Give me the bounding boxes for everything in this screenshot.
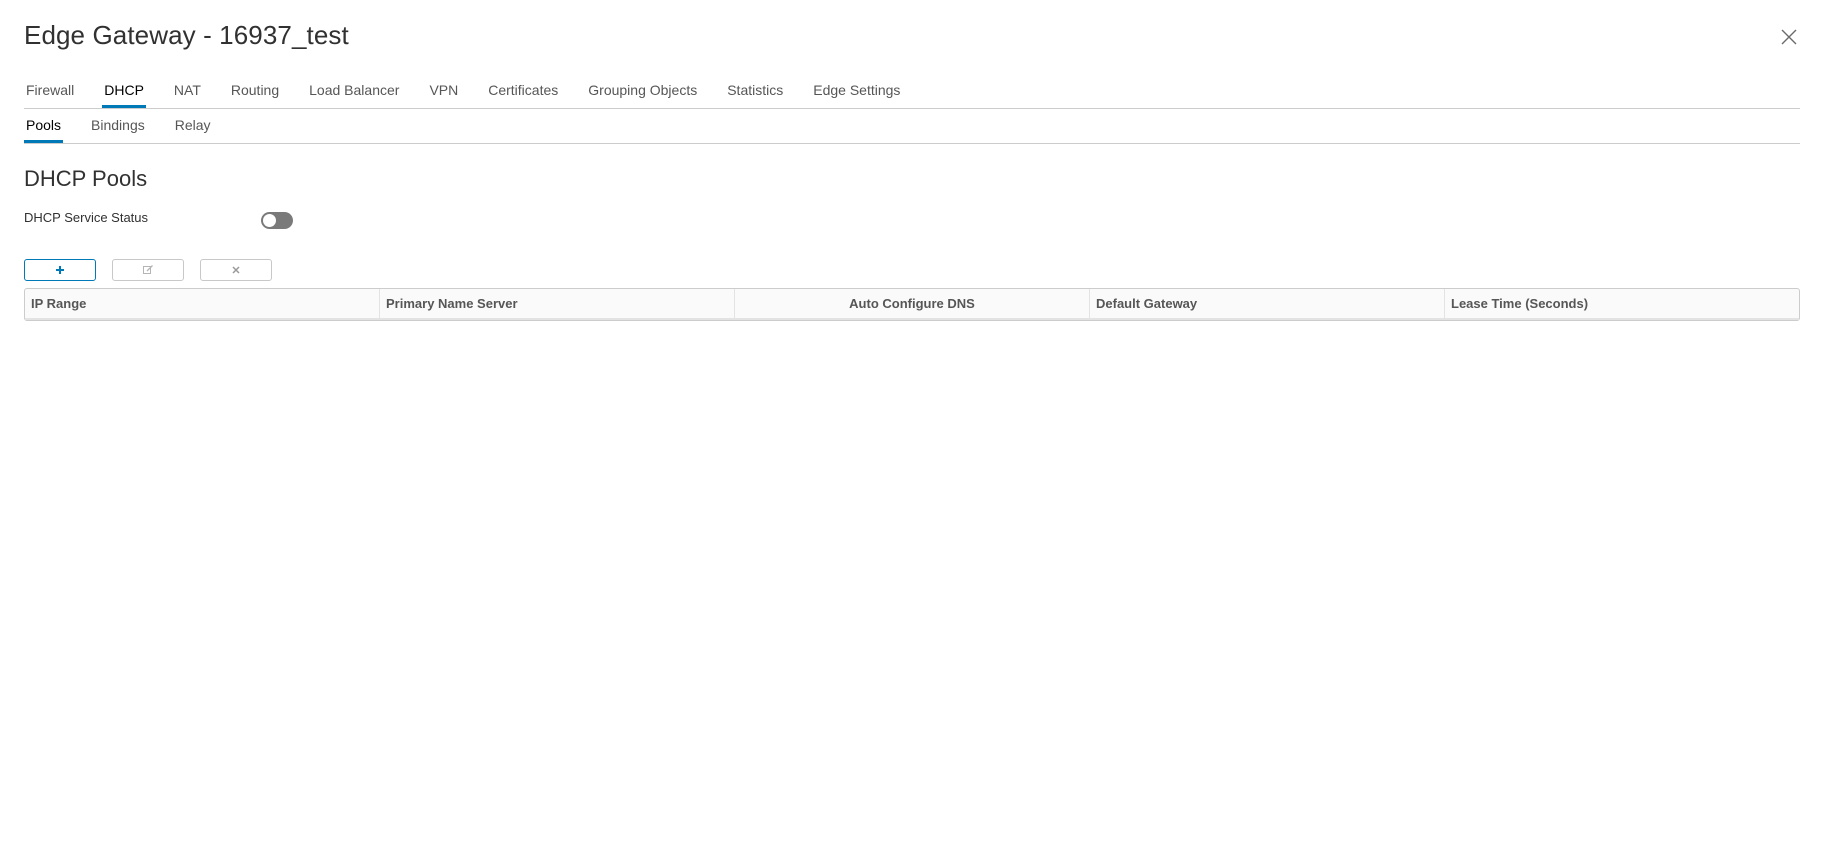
subtab-bindings[interactable]: Bindings [89, 112, 147, 142]
column-header-default-gateway[interactable]: Default Gateway [1090, 289, 1445, 319]
tab-dhcp[interactable]: DHCP [102, 76, 146, 108]
main-tabs: Firewall DHCP NAT Routing Load Balancer … [24, 76, 1800, 109]
toggle-knob [263, 214, 276, 227]
column-header-ip-range[interactable]: IP Range [25, 289, 380, 319]
edit-icon [143, 265, 153, 274]
tab-grouping-objects[interactable]: Grouping Objects [586, 76, 699, 107]
section-title: DHCP Pools [24, 166, 148, 191]
edge-gateway-dialog: Edge Gateway - 16937_test Firewall DHCP … [0, 0, 1824, 868]
delete-button[interactable] [200, 259, 272, 281]
plus-icon [56, 266, 64, 274]
tab-load-balancer[interactable]: Load Balancer [307, 76, 401, 107]
column-header-auto-configure-dns[interactable]: Auto Configure DNS [735, 289, 1090, 319]
close-button[interactable] [1778, 26, 1800, 48]
edit-button[interactable] [112, 259, 184, 281]
dialog-title: Edge Gateway - 16937_test [24, 20, 349, 50]
subtab-pools[interactable]: Pools [24, 112, 64, 143]
add-button[interactable] [24, 259, 96, 281]
tab-nat[interactable]: NAT [172, 76, 203, 107]
dhcp-pools-grid: IP Range Primary Name Server Auto Config… [24, 288, 1800, 321]
column-header-lease-time[interactable]: Lease Time (Seconds) [1445, 289, 1799, 319]
dhcp-service-toggle[interactable] [261, 212, 293, 229]
tab-statistics[interactable]: Statistics [725, 76, 785, 107]
tab-vpn[interactable]: VPN [427, 76, 460, 107]
dhcp-subtabs: Pools Bindings Relay [24, 112, 1800, 144]
tab-routing[interactable]: Routing [229, 76, 281, 107]
close-icon [232, 266, 240, 274]
tab-edge-settings[interactable]: Edge Settings [811, 76, 902, 107]
tab-certificates[interactable]: Certificates [486, 76, 560, 107]
column-header-primary-name-server[interactable]: Primary Name Server [380, 289, 735, 319]
close-icon [1781, 29, 1797, 45]
service-status-label: DHCP Service Status [24, 210, 149, 225]
tab-firewall[interactable]: Firewall [24, 76, 76, 107]
subtab-relay[interactable]: Relay [173, 112, 213, 142]
